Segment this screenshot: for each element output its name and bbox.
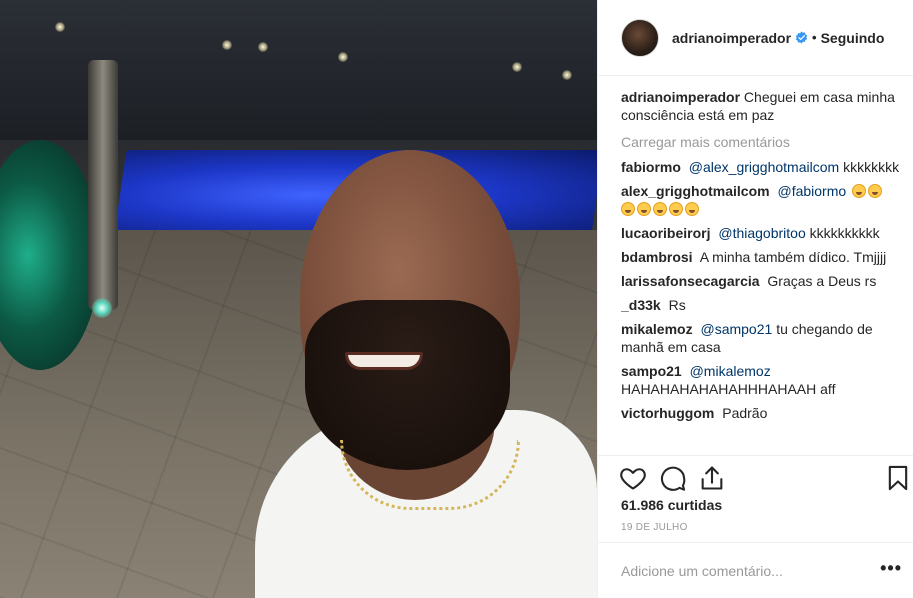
comment-username[interactable]: lucaoribeirorj bbox=[621, 225, 710, 241]
load-more-comments-link[interactable]: Carregar mais comentários bbox=[621, 134, 901, 150]
add-comment-bar: ••• bbox=[598, 542, 913, 598]
comment-username[interactable]: mikalemoz bbox=[621, 321, 693, 337]
comment-mention[interactable]: @fabiormo bbox=[777, 183, 846, 199]
comment-item: sampo21 @mikalemoz HAHAHAHAHAHAHHHAHAAH … bbox=[621, 362, 901, 398]
comment-item: victorhuggom Padrão bbox=[621, 404, 901, 422]
comment-text: Rs bbox=[668, 297, 686, 313]
heart-icon[interactable] bbox=[619, 464, 647, 492]
verified-badge-icon bbox=[795, 31, 808, 44]
post-caption: adrianoimperador Cheguei em casa minha c… bbox=[621, 88, 901, 124]
comment-username[interactable]: _d33k bbox=[621, 297, 661, 313]
following-button[interactable]: Seguindo bbox=[821, 30, 885, 46]
comment-mention[interactable]: @mikalemoz bbox=[690, 363, 771, 379]
photo-lamp bbox=[258, 42, 268, 52]
comment-text: A minha também dídico. Tmjjjj bbox=[699, 249, 887, 265]
photo-lamp bbox=[222, 40, 232, 50]
laughing-emoji-icon bbox=[637, 202, 651, 216]
laughing-emoji-icon bbox=[653, 202, 667, 216]
photo-smile bbox=[345, 352, 423, 370]
comment-item: _d33k Rs bbox=[621, 296, 901, 314]
add-comment-input[interactable] bbox=[621, 562, 861, 579]
author-username[interactable]: adrianoimperador bbox=[672, 30, 791, 46]
photo-garden-light bbox=[92, 298, 112, 318]
comment-username[interactable]: victorhuggom bbox=[621, 405, 714, 421]
comment-username[interactable]: larissafonsecagarcia bbox=[621, 273, 760, 289]
post-header: adrianoimperador • Seguindo bbox=[598, 0, 913, 76]
comment-mention[interactable]: @thiagobritoo bbox=[718, 225, 805, 241]
bookmark-icon[interactable] bbox=[884, 464, 912, 492]
caption-username[interactable]: adrianoimperador bbox=[621, 89, 740, 105]
comment-username[interactable]: alex_grigghotmailcom bbox=[621, 183, 770, 199]
post-photo[interactable] bbox=[0, 0, 597, 598]
laughing-emoji-icon bbox=[852, 184, 867, 198]
laughing-emoji-icon bbox=[868, 184, 883, 198]
comment-mention[interactable]: @sampo21 bbox=[700, 321, 772, 337]
comment-text: Graças a Deus rs bbox=[767, 273, 877, 289]
comment-icon[interactable] bbox=[659, 464, 687, 492]
comment-text: kkkkkkkkkk bbox=[809, 225, 880, 241]
post-side-panel: adrianoimperador • Seguindo adrianoimper… bbox=[597, 0, 913, 598]
comment-text: Padrão bbox=[722, 405, 768, 421]
comment-item: fabiormo @alex_grigghotmailcom kkkkkkkk bbox=[621, 158, 901, 176]
photo-lamp bbox=[562, 70, 572, 80]
laughing-emoji-icon bbox=[669, 202, 683, 216]
comment-item: bdambrosi A minha também dídico. Tmjjjj bbox=[621, 248, 901, 266]
likes-count[interactable]: 61.986 curtidas bbox=[621, 497, 722, 513]
laughing-emoji-icon bbox=[685, 202, 699, 216]
comment-text: HAHAHAHAHAHAHHHAHAAH aff bbox=[621, 381, 836, 397]
comment-item: lucaoribeirorj @thiagobritoo kkkkkkkkkk bbox=[621, 224, 901, 242]
comment-username[interactable]: sampo21 bbox=[621, 363, 682, 379]
header-separator: • bbox=[812, 30, 817, 45]
photo-lamp bbox=[338, 52, 348, 62]
comment-username[interactable]: fabiormo bbox=[621, 159, 681, 175]
comments-list[interactable]: adrianoimperador Cheguei em casa minha c… bbox=[621, 88, 901, 454]
author-avatar[interactable] bbox=[621, 18, 659, 57]
share-icon[interactable] bbox=[698, 464, 726, 492]
comment-item: mikalemoz @sampo21 tu chegando de manhã … bbox=[621, 320, 901, 356]
photo-lamp bbox=[512, 62, 522, 72]
post-date[interactable]: 19 DE JULHO bbox=[621, 522, 688, 533]
photo-lamp bbox=[55, 22, 65, 32]
comment-item: alex_grigghotmailcom @fabiormo bbox=[621, 182, 901, 218]
comment-mention[interactable]: @alex_grigghotmailcom bbox=[689, 159, 839, 175]
comment-username[interactable]: bdambrosi bbox=[621, 249, 693, 265]
more-options-icon[interactable]: ••• bbox=[880, 559, 902, 577]
photo-palm-trunk bbox=[88, 60, 118, 310]
post-actions-bar bbox=[598, 455, 913, 500]
comment-item: larissafonsecagarcia Graças a Deus rs bbox=[621, 272, 901, 290]
comment-text: kkkkkkkk bbox=[843, 159, 900, 175]
laughing-emoji-icon bbox=[621, 202, 635, 216]
